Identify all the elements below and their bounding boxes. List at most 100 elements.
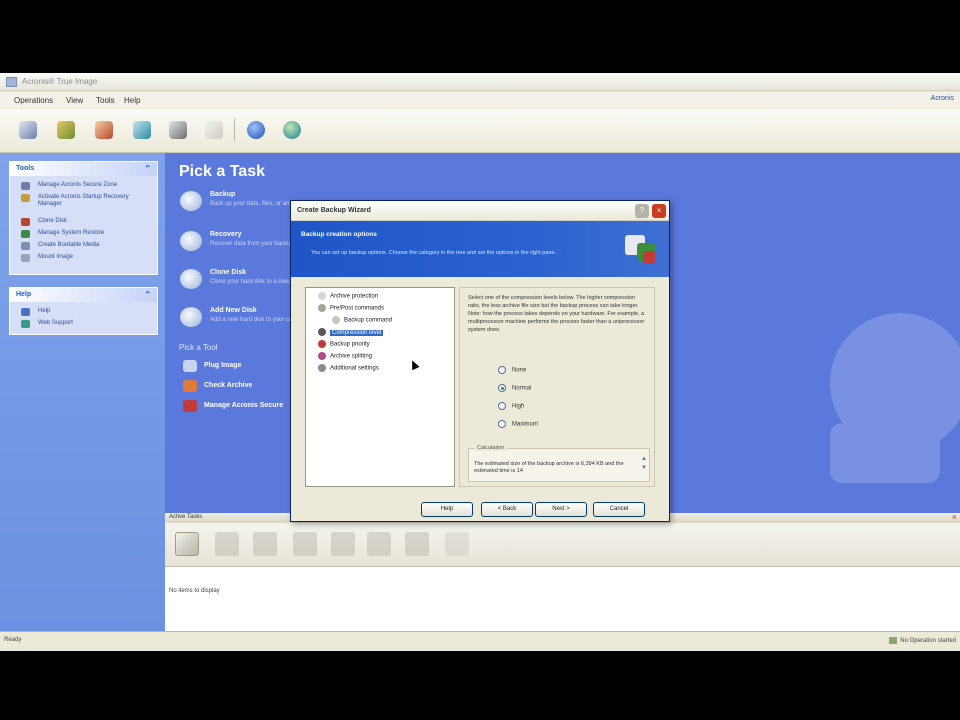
tree-item-compression-level[interactable]: Compression level xyxy=(318,328,384,340)
menu-help[interactable]: Help xyxy=(124,96,140,105)
tree-item-label: Compression level xyxy=(330,329,384,336)
radio-maximum-circle[interactable] xyxy=(498,420,506,428)
tool-system-restore[interactable]: Manage System Restore xyxy=(10,228,157,240)
dialog-footer: Help < Back Next > Cancel xyxy=(291,497,669,521)
radio-normal-circle[interactable] xyxy=(498,384,506,392)
menu-view[interactable]: View xyxy=(66,96,83,105)
radio-high[interactable]: High xyxy=(498,402,524,414)
acronis-web-icon xyxy=(283,121,301,139)
clone-disk-toolbar-button[interactable] xyxy=(90,117,118,143)
tool-item-label: Manage Acronis Secure xyxy=(204,402,284,409)
dialog-title: Create Backup Wizard xyxy=(297,207,371,214)
options-tree: Archive protection Pre/Post commands Bac… xyxy=(305,287,455,487)
menu-operations[interactable]: Operations xyxy=(14,96,53,105)
watermark-logo-icon xyxy=(830,313,960,483)
acronis-link[interactable]: Acronis xyxy=(931,95,954,102)
tool-label: Clone Disk xyxy=(38,218,68,224)
active-tasks-empty-text: No items to display xyxy=(169,588,220,594)
backup-toolbar-button[interactable] xyxy=(14,117,42,143)
help-box: Help ⌃ Help Web Support xyxy=(9,287,158,335)
window-title: Acronis® True Image xyxy=(22,77,98,86)
radio-none-circle[interactable] xyxy=(498,366,506,374)
collapse-icon[interactable]: ⌃ xyxy=(144,290,151,299)
status-right: No Operation started xyxy=(889,637,956,644)
task-properties-button[interactable] xyxy=(331,532,355,556)
startup-recovery-icon xyxy=(21,194,30,202)
help-toolbar-button[interactable] xyxy=(242,117,270,143)
help-icon xyxy=(247,121,265,139)
collapse-icon[interactable]: ⌃ xyxy=(144,164,151,173)
tool-clone-disk[interactable]: Clone Disk xyxy=(10,216,157,228)
backup-command-icon xyxy=(332,316,340,324)
scroll-arrows-icon[interactable]: ▲ ▼ xyxy=(641,455,647,473)
tools-box-header[interactable]: Tools ⌃ xyxy=(10,162,157,176)
manage-backup-toolbar-button[interactable] xyxy=(164,117,192,143)
status-right-text: No Operation started xyxy=(900,638,956,645)
dialog-close-button[interactable]: × xyxy=(652,204,666,218)
pick-a-task-title: Pick a Task xyxy=(179,163,265,180)
priority-icon xyxy=(318,340,326,348)
dialog-help-button[interactable]: ? xyxy=(635,204,649,218)
tool-startup-recovery[interactable]: Activate Acronis Startup Recovery Manage… xyxy=(10,192,157,216)
calculation-label: Calculation xyxy=(474,445,508,451)
tool-secure-zone[interactable]: Manage Acronis Secure Zone xyxy=(10,180,157,192)
tool-label: Activate Acronis Startup Recovery Manage… xyxy=(38,194,129,207)
tree-item-archive-splitting[interactable]: Archive splitting xyxy=(318,352,372,364)
tree-item-backup-command[interactable]: Backup command xyxy=(332,316,392,328)
task-title: Backup xyxy=(210,191,236,198)
radio-normal[interactable]: Normal xyxy=(498,384,531,396)
tree-item-additional-settings[interactable]: Additional settings xyxy=(318,364,379,376)
help-item[interactable]: Help xyxy=(10,306,157,318)
tool-mount-image[interactable]: Mount Image xyxy=(10,252,157,264)
recovery-toolbar-button[interactable] xyxy=(52,117,80,143)
compression-icon xyxy=(318,328,326,336)
radio-none[interactable]: None xyxy=(498,366,526,378)
tree-item-archive-protection[interactable]: Archive protection xyxy=(318,292,378,304)
app-icon xyxy=(6,77,17,87)
tool-label: Manage Acronis Secure Zone xyxy=(38,182,118,188)
title-bar: Acronis® True Image xyxy=(0,73,960,91)
compression-options-pane: Select one of the compression levels bel… xyxy=(459,287,655,487)
add-disk-toolbar-button[interactable] xyxy=(128,117,156,143)
help-item-label: Help xyxy=(38,308,51,314)
tool-bootable-media[interactable]: Create Bootable Media xyxy=(10,240,157,252)
manage-secure-icon xyxy=(183,400,197,412)
task-blank-button[interactable] xyxy=(445,532,469,556)
banner-description: You can set up backup options. Choose th… xyxy=(311,250,557,256)
help-box-title: Help xyxy=(16,291,32,298)
tree-item-pre-post-commands[interactable]: Pre/Post commands xyxy=(318,304,384,316)
web-toolbar-button[interactable] xyxy=(278,117,306,143)
active-tasks-panel: Active Tasks × No items to display xyxy=(165,512,960,631)
task-title: Clone Disk xyxy=(210,269,247,276)
dialog-banner: Backup creation options You can set up b… xyxy=(291,221,669,277)
cancel-button[interactable]: Cancel xyxy=(593,502,645,517)
backup-wizard-logo-icon xyxy=(625,235,655,263)
status-left: Ready xyxy=(4,637,22,643)
clone-disk-icon xyxy=(95,121,113,139)
next-button[interactable]: Next > xyxy=(535,502,587,517)
tools-box: Tools ⌃ Manage Acronis Secure Zone Activa… xyxy=(9,161,158,275)
web-support-item[interactable]: Web Support xyxy=(10,318,157,330)
back-button[interactable]: < Back xyxy=(481,502,533,517)
calculation-text: The estimated size of the backup archive… xyxy=(474,461,624,474)
task-title: Recovery xyxy=(210,231,242,238)
radio-maximum[interactable]: Maximum xyxy=(498,420,538,432)
archive-protection-icon xyxy=(318,292,326,300)
blank-toolbar-button[interactable] xyxy=(200,117,228,143)
tool-item-label: Plug Image xyxy=(204,362,242,369)
radio-high-circle[interactable] xyxy=(498,402,506,410)
help-button[interactable]: Help xyxy=(421,502,473,517)
menu-tools[interactable]: Tools xyxy=(96,96,115,105)
tool-label: Mount Image xyxy=(38,254,74,260)
settings-icon xyxy=(318,364,326,372)
tree-item-label: Pre/Post commands xyxy=(330,305,385,312)
task-run-button[interactable] xyxy=(215,532,239,556)
task-edit-button[interactable] xyxy=(293,532,317,556)
close-icon[interactable]: × xyxy=(952,512,957,522)
task-delete-button[interactable] xyxy=(367,532,391,556)
task-log-button[interactable] xyxy=(405,532,429,556)
tree-item-backup-priority[interactable]: Backup priority xyxy=(318,340,370,352)
help-box-header[interactable]: Help ⌃ xyxy=(10,288,157,302)
task-list-button[interactable] xyxy=(175,532,199,556)
task-stop-button[interactable] xyxy=(253,532,277,556)
